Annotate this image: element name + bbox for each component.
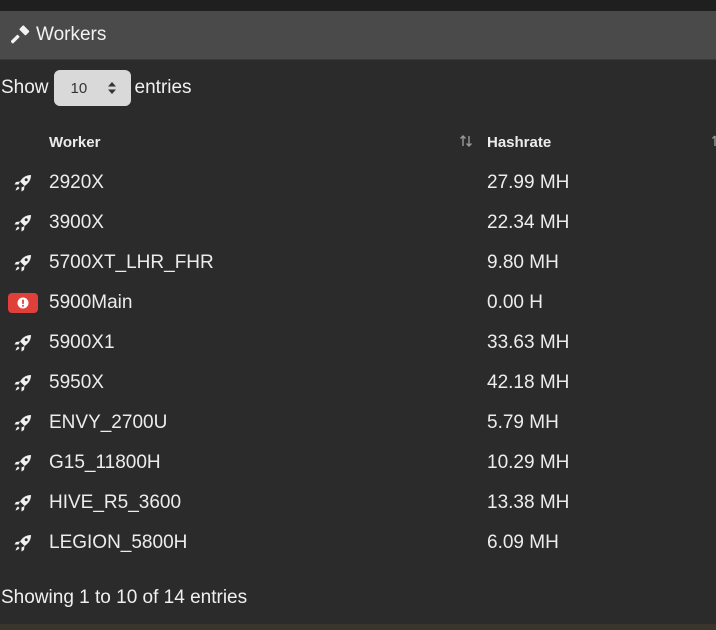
worker-name: 5900Main bbox=[49, 292, 133, 313]
worker-name: ENVY_2700U bbox=[49, 412, 168, 433]
rocket-icon bbox=[0, 533, 45, 553]
sort-icon bbox=[711, 134, 716, 152]
rocket-icon bbox=[0, 253, 45, 273]
header-status bbox=[0, 121, 49, 163]
worker-hashrate: 33.63 MH bbox=[487, 332, 570, 353]
header-hashrate[interactable]: Hashrate bbox=[487, 121, 716, 163]
worker-name: G15_11800H bbox=[49, 452, 161, 473]
header-worker-label: Worker bbox=[49, 133, 101, 151]
worker-name: 5900X1 bbox=[49, 332, 115, 353]
status-cell bbox=[0, 483, 49, 523]
table-row: 2920X 27.99 MH bbox=[0, 163, 716, 203]
status-cell bbox=[0, 323, 49, 363]
rocket-icon bbox=[0, 173, 45, 193]
rocket-icon bbox=[0, 213, 45, 233]
worker-name: 5950X bbox=[49, 372, 104, 393]
rocket-icon bbox=[0, 373, 45, 393]
status-cell bbox=[0, 203, 49, 243]
status-cell bbox=[0, 243, 49, 283]
panel-title: Workers bbox=[36, 24, 107, 45]
table-header-row: Worker Hashrate bbox=[0, 121, 716, 163]
table-row: 5950X 42.18 MH bbox=[0, 363, 716, 403]
table-row: 5900Main 0.00 H bbox=[0, 283, 716, 323]
hammer-icon bbox=[11, 25, 31, 45]
worker-name: LEGION_5800H bbox=[49, 532, 188, 553]
worker-hashrate: 13.38 MH bbox=[487, 492, 570, 513]
rocket-icon bbox=[0, 333, 45, 353]
worker-name: HIVE_R5_3600 bbox=[49, 492, 182, 513]
top-bar bbox=[0, 0, 716, 11]
worker-name: 5700XT_LHR_FHR bbox=[49, 252, 214, 273]
panel-header: Workers bbox=[0, 11, 716, 60]
worker-hashrate: 0.00 H bbox=[487, 292, 543, 313]
header-hashrate-label: Hashrate bbox=[487, 133, 552, 151]
bottom-strip bbox=[0, 624, 716, 630]
length-prefix: Show bbox=[1, 77, 49, 98]
table-row: 5700XT_LHR_FHR 9.80 MH bbox=[0, 243, 716, 283]
status-cell bbox=[0, 523, 49, 563]
header-worker[interactable]: Worker bbox=[49, 121, 487, 163]
worker-hashrate: 5.79 MH bbox=[487, 412, 559, 433]
sort-icon bbox=[459, 134, 473, 152]
table-row: 3900X 22.34 MH bbox=[0, 203, 716, 243]
status-cell bbox=[0, 163, 49, 203]
table-body: 2920X 27.99 MH 3900X 22.34 MH 5700XT_LHR_FHR… bbox=[0, 163, 716, 563]
rocket-icon bbox=[0, 453, 45, 473]
status-cell bbox=[0, 363, 49, 403]
worker-name: 3900X bbox=[49, 212, 104, 233]
status-badge bbox=[0, 293, 45, 313]
table-row: G15_11800H 10.29 MH bbox=[0, 443, 716, 483]
worker-hashrate: 42.18 MH bbox=[487, 372, 570, 393]
alert-icon bbox=[7, 293, 38, 313]
length-menu: Show 10 entries bbox=[1, 69, 192, 107]
select-arrows-icon bbox=[107, 81, 117, 95]
length-suffix: entries bbox=[134, 77, 192, 98]
rocket-icon bbox=[0, 493, 45, 513]
worker-hashrate: 9.80 MH bbox=[487, 252, 559, 273]
entries-select[interactable]: 10 bbox=[53, 70, 131, 106]
rocket-icon bbox=[0, 413, 45, 433]
workers-table: Worker Hashrate 2920X 27.99 MH 3900X 22.34 … bbox=[0, 121, 716, 563]
table-row: ENVY_2700U 5.79 MH bbox=[0, 403, 716, 443]
status-cell bbox=[0, 283, 49, 323]
worker-name: 2920X bbox=[49, 172, 104, 193]
table-row: 5900X1 33.63 MH bbox=[0, 323, 716, 363]
entries-select-value: 10 bbox=[70, 79, 88, 97]
worker-hashrate: 6.09 MH bbox=[487, 532, 559, 553]
table-row: HIVE_R5_3600 13.38 MH bbox=[0, 483, 716, 523]
status-cell bbox=[0, 403, 49, 443]
worker-hashrate: 10.29 MH bbox=[487, 452, 570, 473]
table-row: LEGION_5800H 6.09 MH bbox=[0, 523, 716, 563]
table-info: Showing 1 to 10 of 14 entries bbox=[1, 587, 248, 608]
status-cell bbox=[0, 443, 49, 483]
worker-hashrate: 22.34 MH bbox=[487, 212, 570, 233]
worker-hashrate: 27.99 MH bbox=[487, 172, 570, 193]
